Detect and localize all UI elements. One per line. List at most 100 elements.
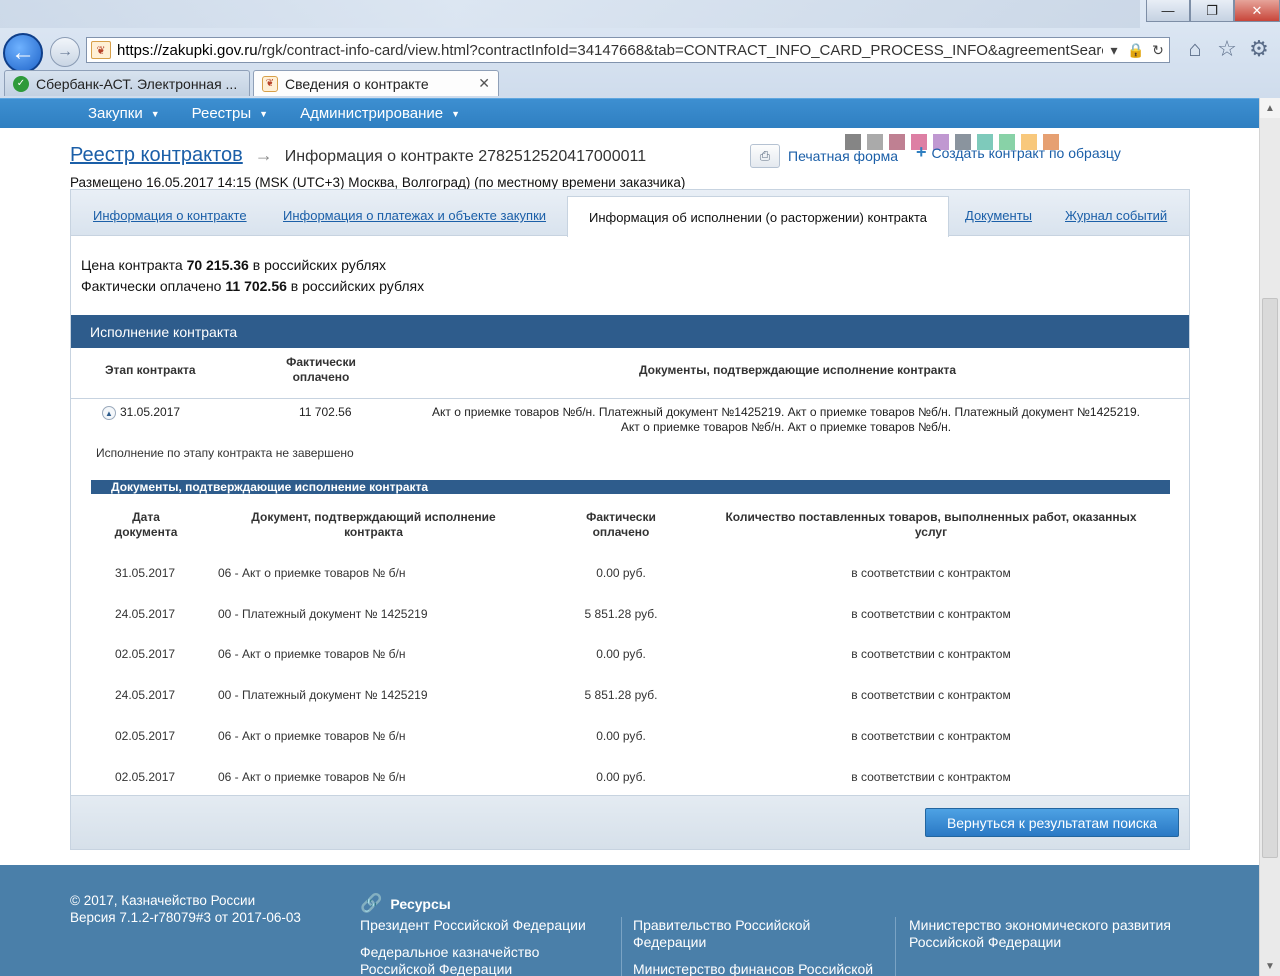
doc-quantity: в соответствии с контрактом: [851, 607, 1011, 621]
footer-link-line: Российской Федерации: [360, 961, 513, 976]
scroll-down-icon[interactable]: ▼: [1260, 956, 1280, 976]
create-copy-label: Создать контракт по образцу: [931, 144, 1121, 161]
col-document: Документ, подтверждающий исполнение конт…: [221, 510, 526, 540]
footer-link-minfin[interactable]: Министерство финансов Российской: [633, 961, 873, 976]
site-footer: © 2017, Казначейство России Версия 7.1.2…: [0, 865, 1259, 976]
stage-row: ▲ 31.05.2017 11 702.56 Акт о приемке тов…: [71, 404, 1189, 440]
back-arrow-icon[interactable]: ←: [3, 33, 43, 73]
caret-down-icon: ▼: [150, 108, 160, 119]
back-to-results-button[interactable]: Вернуться к результатам поиска: [925, 808, 1179, 837]
doc-quantity: в соответствии с контрактом: [851, 729, 1011, 743]
doc-paid: 0.00 руб.: [596, 566, 646, 580]
print-form-label: Печатная форма: [788, 148, 899, 164]
contract-price: Цена контракта 70 215.36 в российских ру…: [81, 257, 386, 273]
breadcrumb-link-registry[interactable]: Реестр контрактов: [70, 144, 243, 167]
lock-icon[interactable]: 🔒: [1125, 42, 1147, 59]
address-bar[interactable]: ❦ https://zakupki.gov.ru/rgk/contract-in…: [86, 37, 1170, 63]
stage-date: 31.05.2017: [120, 405, 181, 419]
site-emblem-icon: ❦: [262, 75, 278, 92]
collapse-arrow-icon[interactable]: ▲: [102, 406, 116, 420]
col-paid-line2: оплачено: [292, 370, 350, 384]
footer-link-economy[interactable]: Министерство экономического развития Рос…: [909, 917, 1171, 951]
scroll-thumb[interactable]: [1262, 298, 1278, 858]
forward-arrow-icon[interactable]: →: [50, 37, 80, 67]
browser-tab-contract[interactable]: ❦ Сведения о контракте ✕: [253, 70, 499, 96]
home-icon[interactable]: ⌂: [1182, 34, 1208, 64]
url-text[interactable]: https://zakupki.gov.ru/rgk/contract-info…: [117, 42, 1103, 59]
footer-link-president[interactable]: Президент Российской Федерации: [360, 917, 586, 934]
title-bar: [0, 0, 1140, 28]
footer-link-line: Федерации: [633, 934, 707, 950]
menu-item-registries[interactable]: Реестры ▼: [192, 105, 268, 122]
stage-paid: 11 702.56: [299, 405, 352, 419]
table-row: 24.05.2017 00 - Платежный документ № 142…: [71, 607, 1189, 627]
browser-tab-sberbank[interactable]: ✓ Сбербанк-АСТ. Электронная ...: [4, 70, 250, 96]
arrow-right-icon: →: [254, 145, 273, 165]
col-document-line2: контракта: [344, 525, 403, 539]
tab-event-log[interactable]: Журнал событий: [1065, 208, 1167, 223]
tab-execution-info[interactable]: Информация об исполнении (о расторжении)…: [567, 196, 949, 237]
close-icon[interactable]: ✕: [478, 75, 490, 92]
doc-paid: 0.00 руб.: [596, 729, 646, 743]
resources-title: 🔗 Ресурсы: [360, 893, 451, 914]
paid-value: 11 702.56: [225, 278, 287, 294]
caret-down-icon: ▼: [451, 108, 461, 119]
col-doc-paid-line2: оплачено: [592, 525, 650, 539]
contract-panel: Информация о контракте Информация о плат…: [70, 189, 1190, 850]
menu-item-label: Закупки: [88, 105, 143, 122]
table-row: 31.05.2017 06 - Акт о приемке товаров № …: [71, 566, 1189, 586]
print-form-button[interactable]: ⎙ Печатная форма: [750, 144, 898, 168]
stage-documents: Акт о приемке товаров №б/н. Платежный до…: [411, 405, 1161, 435]
documents-table-header: Дата документа Документ, подтверждающий …: [71, 508, 1189, 544]
tab-documents[interactable]: Документы: [965, 208, 1032, 223]
actually-paid: Фактически оплачено 11 702.56 в российск…: [81, 278, 424, 294]
star-icon[interactable]: ☆: [1214, 34, 1240, 64]
printer-icon: ⎙: [750, 144, 780, 168]
menu-item-purchases[interactable]: Закупки ▼: [88, 105, 160, 122]
footer-divider: [621, 917, 622, 976]
stage-status-note: Исполнение по этапу контракта не заверше…: [96, 446, 354, 460]
site-menu-bar: Закупки ▼ Реестры ▼ Администрирование ▼: [0, 98, 1259, 128]
url-host: https://zakupki.gov.ru: [117, 41, 258, 59]
create-contract-copy-link[interactable]: + Создать контракт по образцу: [916, 142, 1121, 163]
doc-date: 24.05.2017: [115, 607, 176, 621]
doc-name: 00 - Платежный документ № 1425219: [218, 688, 428, 702]
scroll-up-icon[interactable]: ▲: [1260, 98, 1280, 118]
browser-tab-label: Сведения о контракте: [285, 75, 429, 92]
gear-icon[interactable]: ⚙: [1246, 34, 1272, 64]
tab-contract-info[interactable]: Информация о контракте: [93, 208, 247, 223]
menu-item-administration[interactable]: Администрирование ▼: [300, 105, 460, 122]
doc-name: 06 - Акт о приемке товаров № б/н: [218, 566, 406, 580]
col-quantity-line1: Количество поставленных товаров, выполне…: [725, 510, 1137, 524]
refresh-icon[interactable]: ↻: [1147, 42, 1169, 59]
stage-documents-line2: Акт о приемке товаров №б/н. Акт о приемк…: [620, 420, 952, 434]
doc-quantity: в соответствии с контрактом: [851, 688, 1011, 702]
footer-link-government[interactable]: Правительство Российской Федерации: [633, 917, 810, 951]
navigation-row: ← → ❦ https://zakupki.gov.ru/rgk/contrac…: [0, 30, 1280, 73]
footer-link-line: Министерство финансов Российской: [633, 961, 874, 976]
footer-link-line: Федеральное казначейство: [360, 944, 540, 960]
vertical-scrollbar[interactable]: ▲ ▼: [1259, 98, 1280, 976]
dropdown-arrow-icon[interactable]: ▾: [1103, 42, 1125, 59]
col-quantity: Количество поставленных товаров, выполне…: [701, 510, 1161, 540]
browser-tab-label: Сбербанк-АСТ. Электронная ...: [36, 75, 238, 92]
doc-quantity: в соответствии с контрактом: [851, 566, 1011, 580]
restore-button[interactable]: ❐: [1190, 0, 1234, 22]
tab-payments-info[interactable]: Информация о платежах и объекте закупки: [283, 208, 546, 223]
menu-item-label: Администрирование: [300, 105, 444, 122]
execution-section-header: Исполнение контракта: [71, 315, 1189, 348]
window-controls: — ❐ ✕: [1146, 0, 1280, 24]
minimize-button[interactable]: —: [1146, 0, 1190, 22]
doc-date: 02.05.2017: [115, 647, 176, 661]
price-prefix: Цена контракта: [81, 257, 183, 273]
doc-name: 00 - Платежный документ № 1425219: [218, 607, 428, 621]
panel-footer: Вернуться к результатам поиска: [71, 795, 1189, 849]
footer-link-treasury[interactable]: Федеральное казначейство Российской Феде…: [360, 944, 539, 976]
footer-link-line: Российской Федерации: [909, 934, 1062, 950]
price-value: 70 215.36: [186, 257, 249, 273]
page-title: Информация о контракте 27825125204170000…: [284, 148, 647, 165]
table-row: 02.05.2017 06 - Акт о приемке товаров № …: [71, 770, 1189, 790]
close-window-button[interactable]: ✕: [1234, 0, 1280, 22]
doc-date: 31.05.2017: [115, 566, 176, 580]
doc-paid: 5 851.28 руб.: [584, 607, 658, 621]
